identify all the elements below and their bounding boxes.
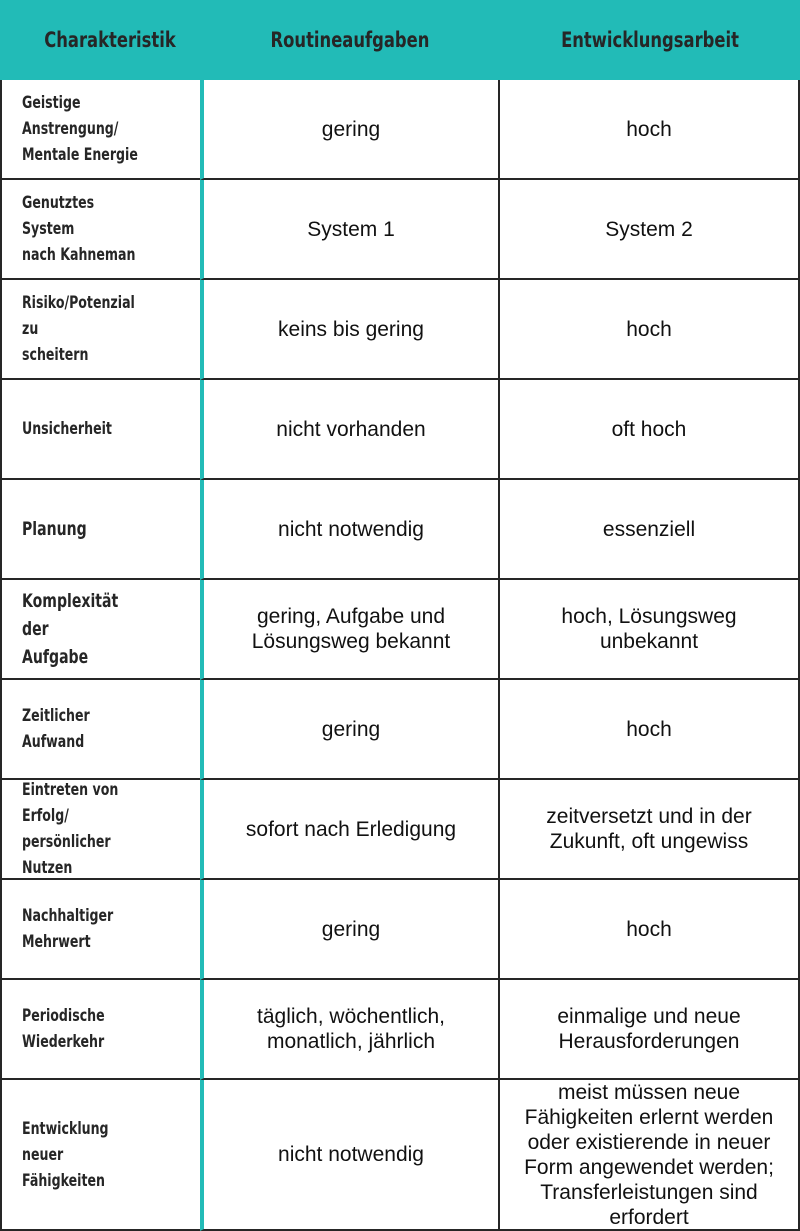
routine-cell: gering	[200, 880, 500, 980]
table-row: Nachhaltiger Mehrwert gering hoch	[0, 880, 800, 980]
table-row: Entwicklung neuer Fähigkeiten nicht notwe…	[0, 1080, 800, 1231]
routine-cell: gering	[200, 680, 500, 780]
table-row: Periodische Wiederkehr täglich, wöchentli…	[0, 980, 800, 1080]
routine-cell-text: gering	[321, 117, 381, 141]
routine-cell: nicht notwendig	[200, 480, 500, 580]
entwicklung-cell-text: hoch, Lösungsweg unbekannt	[561, 605, 737, 653]
row-label-cell-text: Periodische Wiederkehr	[22, 1006, 105, 1052]
row-label-cell: Geistige Anstrengung/ Mentale Energie	[0, 80, 200, 180]
routine-cell-text: gering	[321, 917, 381, 941]
row-label-cell-text: Unsicherheit	[22, 419, 112, 439]
row-label-cell-text: Nachhaltiger Mehrwert	[22, 906, 114, 952]
table-row: Genutztes System nach Kahneman System 1 Sy…	[0, 180, 800, 280]
row-label-cell: Unsicherheit	[0, 380, 200, 480]
routine-cell-text: nicht notwendig	[278, 1143, 424, 1166]
entwicklung-cell-text: hoch	[626, 717, 672, 741]
row-label-cell: Zeitlicher Aufwand	[0, 680, 200, 780]
entwicklung-cell: hoch, Lösungsweg unbekannt	[500, 580, 800, 680]
routine-cell: System 1	[200, 180, 500, 280]
entwicklung-cell-text: meist müssen neue Fähigkeiten erlernt we…	[524, 1080, 774, 1229]
row-label-cell-text: Zeitlicher Aufwand	[22, 706, 90, 752]
entwicklung-cell-text: hoch	[626, 317, 672, 341]
row-label-cell-text: Risiko/Potenzial zu scheitern	[22, 293, 135, 365]
routine-cell-text: täglich, wöchentlich, monatlich, jährlic…	[257, 1005, 445, 1053]
table-header: Charakteristik Routineaufgaben Entwicklu…	[0, 0, 800, 80]
row-label-cell: Komplexität der Aufgabe	[0, 580, 200, 680]
entwicklung-cell-text: hoch	[626, 917, 672, 941]
row-label-cell-text: Geistige Anstrengung/ Mentale Energie	[22, 93, 138, 165]
entwicklung-cell: meist müssen neue Fähigkeiten erlernt we…	[500, 1080, 800, 1231]
table-row: Planung nicht notwendig essenziell	[0, 480, 800, 580]
entwicklung-cell: essenziell	[500, 480, 800, 580]
routine-cell-text: nicht vorhanden	[276, 417, 426, 441]
header-charakteristik: Charakteristik	[44, 28, 176, 52]
entwicklung-cell: hoch	[500, 280, 800, 380]
routine-cell: nicht notwendig	[200, 1080, 500, 1231]
row-label-cell: Nachhaltiger Mehrwert	[0, 880, 200, 980]
row-label-cell-text: Entwicklung neuer Fähigkeiten	[22, 1118, 109, 1191]
comparison-table: Charakteristik Routineaufgaben Entwicklu…	[0, 0, 800, 1231]
entwicklung-cell: zeitversetzt und in der Zukunft, oft ung…	[500, 780, 800, 880]
header-entwicklungsarbeit: Entwicklungsarbeit	[561, 28, 739, 52]
entwicklung-cell: hoch	[500, 680, 800, 780]
row-label-cell-text: Planung	[22, 518, 87, 540]
table-row: Komplexität der Aufgabe gering, Aufgabe u…	[0, 580, 800, 680]
entwicklung-cell-text: essenziell	[602, 517, 696, 541]
entwicklung-cell: hoch	[500, 80, 800, 180]
routine-cell: nicht vorhanden	[200, 380, 500, 480]
row-label-cell: Entwicklung neuer Fähigkeiten	[0, 1080, 200, 1231]
row-label-cell: Genutztes System nach Kahneman	[0, 180, 200, 280]
routine-cell: gering, Aufgabe und Lösungsweg bekannt	[200, 580, 500, 680]
routine-cell: täglich, wöchentlich, monatlich, jährlic…	[200, 980, 500, 1080]
entwicklung-cell: hoch	[500, 880, 800, 980]
row-label-cell: Planung	[0, 480, 200, 580]
routine-cell: sofort nach Erledigung	[200, 780, 500, 880]
routine-cell: gering	[200, 80, 500, 180]
entwicklung-cell: System 2	[500, 180, 800, 280]
row-label-cell-text: Genutztes System nach Kahneman	[22, 193, 136, 265]
row-label-cell-text: Eintreten von Erfolg/ persönlicher Nutze…	[22, 780, 119, 878]
entwicklung-cell-text: hoch	[626, 117, 672, 141]
routine-cell: keins bis gering	[200, 280, 500, 380]
entwicklung-cell-text: einmalige und neue Herausforderungen	[557, 1005, 741, 1053]
table-row: Eintreten von Erfolg/ persönlicher Nutze…	[0, 780, 800, 880]
table-row: Zeitlicher Aufwand gering hoch	[0, 680, 800, 780]
routine-cell-text: gering	[321, 717, 381, 741]
table-row: Geistige Anstrengung/ Mentale Energie ger…	[0, 80, 800, 180]
row-label-cell: Eintreten von Erfolg/ persönlicher Nutze…	[0, 780, 200, 880]
entwicklung-cell-text: oft hoch	[611, 417, 687, 441]
entwicklung-cell-text: System 2	[605, 217, 693, 241]
routine-cell-text: System 1	[307, 217, 395, 241]
table-row: Risiko/Potenzial zu scheitern keins bis g…	[0, 280, 800, 380]
entwicklung-cell: oft hoch	[500, 380, 800, 480]
routine-cell-text: sofort nach Erledigung	[245, 817, 457, 841]
row-label-cell: Risiko/Potenzial zu scheitern	[0, 280, 200, 380]
routine-cell-text: keins bis gering	[278, 317, 424, 341]
header-routineaufgaben: Routineaufgaben	[270, 28, 430, 52]
table-row: Unsicherheit nicht vorhanden oft hoch	[0, 380, 800, 480]
row-label-cell: Periodische Wiederkehr	[0, 980, 200, 1080]
entwicklung-cell-text: zeitversetzt und in der Zukunft, oft ung…	[546, 805, 752, 853]
routine-cell-text: nicht notwendig	[278, 517, 424, 541]
routine-cell-text: gering, Aufgabe und Lösungsweg bekannt	[251, 605, 451, 653]
entwicklung-cell: einmalige und neue Herausforderungen	[500, 980, 800, 1080]
row-label-cell-text: Komplexität der Aufgabe	[22, 590, 119, 668]
